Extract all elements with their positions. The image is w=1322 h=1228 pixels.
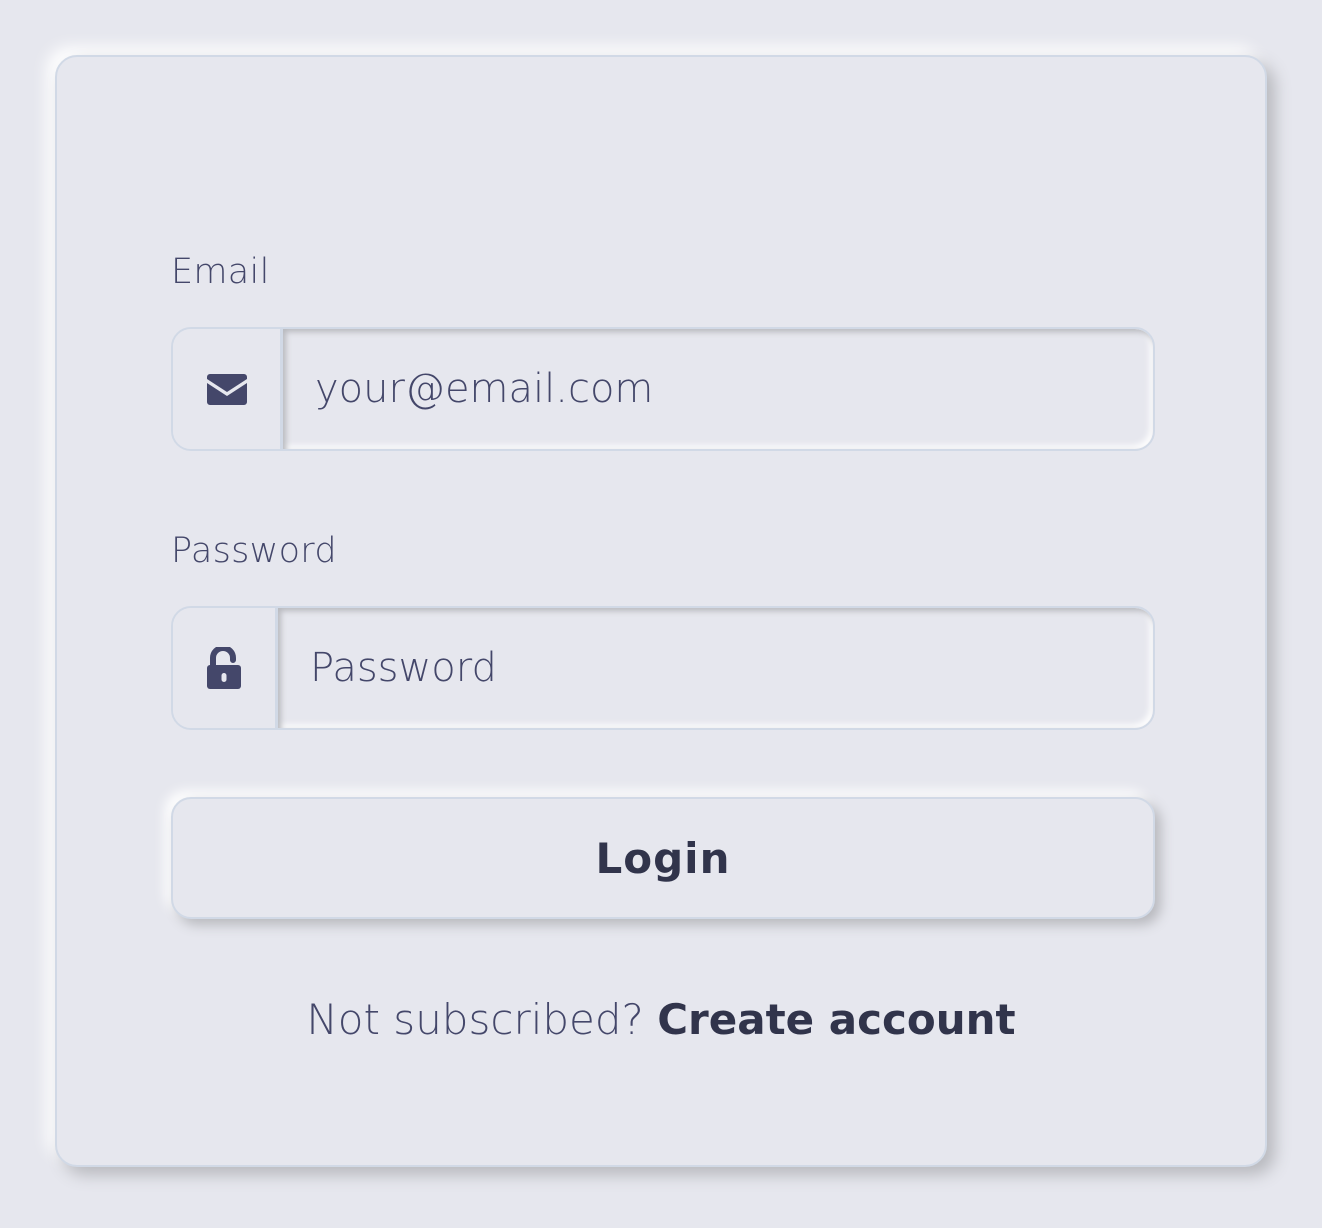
unlock-icon xyxy=(206,647,242,689)
email-field[interactable] xyxy=(283,329,1153,449)
create-account-link[interactable]: Create account xyxy=(657,995,1015,1044)
signup-prompt-text: Not subscribed? xyxy=(306,995,644,1044)
envelope-icon xyxy=(206,373,247,405)
signup-prompt: Not subscribed? Create account xyxy=(57,995,1265,1044)
password-addon xyxy=(173,608,278,728)
login-button[interactable]: Login xyxy=(171,797,1155,919)
password-input-group xyxy=(171,606,1155,730)
email-input-group xyxy=(171,327,1155,451)
email-addon xyxy=(173,329,283,449)
password-label: Password xyxy=(171,531,337,571)
password-field[interactable] xyxy=(278,608,1153,728)
login-card: Email Password Login No xyxy=(55,55,1267,1167)
email-label: Email xyxy=(171,252,270,292)
